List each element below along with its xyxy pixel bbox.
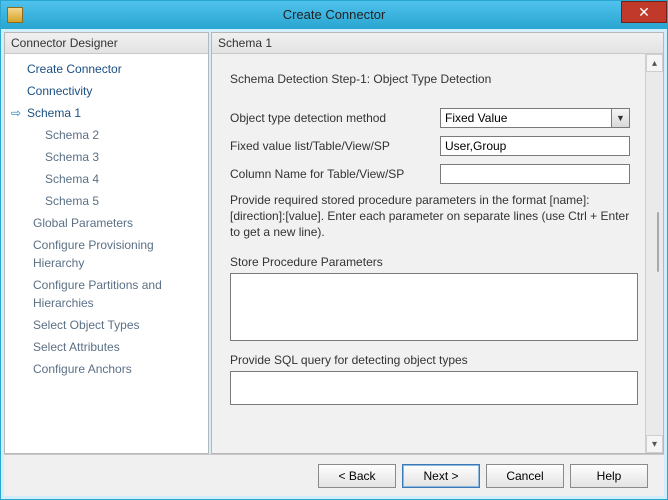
step-title: Schema Detection Step-1: Object Type Det… [230,72,631,86]
detection-method-dropdown[interactable]: Fixed Value ▼ [440,108,630,128]
nav-configure-provisioning-hierarchy[interactable]: Configure Provisioning Hierarchy [5,234,208,274]
cancel-button[interactable]: Cancel [486,464,564,488]
close-button[interactable]: ✕ [621,1,667,23]
app-icon [7,7,23,23]
vertical-scrollbar[interactable]: ▴ ▾ [645,54,663,453]
current-step-arrow-icon: ⇨ [11,104,21,122]
nav-list: Create Connector Connectivity ⇨ Schema 1… [5,54,208,453]
sp-help-text: Provide required stored procedure parame… [230,192,631,241]
nav-connectivity[interactable]: Connectivity [5,80,208,102]
form-area: Schema Detection Step-1: Object Type Det… [212,54,645,453]
nav-configure-partitions-hierarchies[interactable]: Configure Partitions and Hierarchies [5,274,208,314]
close-icon: ✕ [638,4,650,21]
row-fixed-value-list: Fixed value list/Table/View/SP [230,136,631,156]
chevron-down-icon: ▼ [611,109,629,127]
label-sp-params: Store Procedure Parameters [230,255,631,269]
scroll-down-icon[interactable]: ▾ [646,435,663,453]
sql-query-textarea[interactable] [230,371,638,405]
label-fixed-value-list: Fixed value list/Table/View/SP [230,139,440,153]
right-body: Schema Detection Step-1: Object Type Det… [212,54,663,453]
right-panel-header: Schema 1 [212,33,663,54]
nav-create-connector[interactable]: Create Connector [5,58,208,80]
client-area: Connector Designer Create Connector Conn… [1,29,667,499]
nav-select-attributes[interactable]: Select Attributes [5,336,208,358]
right-panel: Schema 1 Schema Detection Step-1: Object… [211,32,664,454]
help-button[interactable]: Help [570,464,648,488]
label-column-name: Column Name for Table/View/SP [230,167,440,181]
nav-global-parameters[interactable]: Global Parameters [5,212,208,234]
window: Create Connector ✕ Connector Designer Cr… [0,0,668,500]
window-title: Create Connector [1,7,667,22]
fixed-value-list-input[interactable] [440,136,630,156]
row-column-name: Column Name for Table/View/SP [230,164,631,184]
nav-schema-4[interactable]: Schema 4 [5,168,208,190]
nav-schema-1[interactable]: ⇨ Schema 1 [5,102,208,124]
nav-schema-2[interactable]: Schema 2 [5,124,208,146]
left-panel: Connector Designer Create Connector Conn… [4,32,209,454]
next-button[interactable]: Next > [402,464,480,488]
content-split: Connector Designer Create Connector Conn… [4,32,664,454]
nav-schema-5[interactable]: Schema 5 [5,190,208,212]
detection-method-value: Fixed Value [445,111,507,125]
row-detection-method: Object type detection method Fixed Value… [230,108,631,128]
label-detection-method: Object type detection method [230,111,440,125]
scroll-thumb[interactable] [657,212,659,272]
titlebar: Create Connector ✕ [1,1,667,29]
nav-schema-3[interactable]: Schema 3 [5,146,208,168]
back-button[interactable]: < Back [318,464,396,488]
label-sql-query: Provide SQL query for detecting object t… [230,353,631,367]
scroll-up-icon[interactable]: ▴ [646,54,663,72]
sp-params-textarea[interactable] [230,273,638,341]
footer-buttons: < Back Next > Cancel Help [4,454,664,496]
nav-select-object-types[interactable]: Select Object Types [5,314,208,336]
nav-configure-anchors[interactable]: Configure Anchors [5,358,208,380]
left-panel-header: Connector Designer [5,33,208,54]
column-name-input[interactable] [440,164,630,184]
